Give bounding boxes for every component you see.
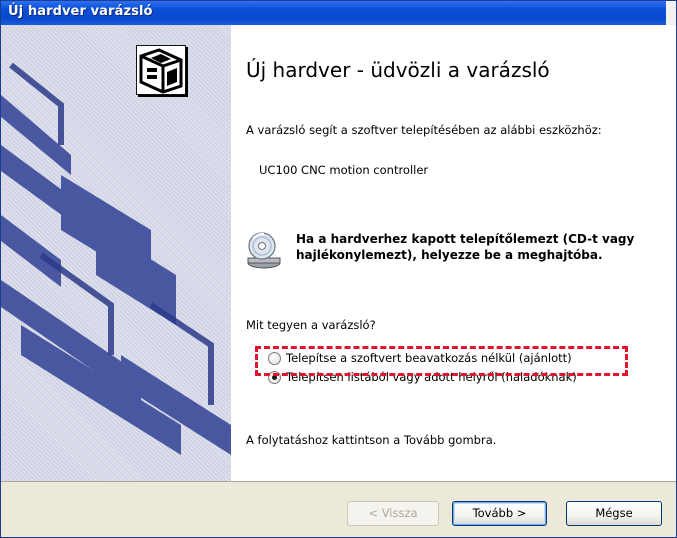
wizard-window: Új hardver varázsló Új hardver - üdvözli… [0, 0, 677, 538]
back-button[interactable]: < Vissza [347, 501, 439, 526]
title-bar-edge [666, 1, 676, 25]
hardware-wizard-icon [136, 45, 186, 95]
question-label: Mit tegyen a varázsló? [246, 318, 376, 332]
option-label-from-list[interactable]: Telepítsen listából vagy adott helyről (… [286, 370, 577, 384]
option-label-automatic[interactable]: Telepítse a szoftvert beavatkozás nélkül… [286, 351, 572, 365]
radio-button-from-list[interactable] [268, 371, 281, 384]
window-title: Új hardver varázsló [8, 4, 153, 19]
page-title: Új hardver - üdvözli a varázsló [246, 58, 550, 82]
cancel-button[interactable]: Mégse [566, 501, 662, 526]
cd-drive-icon [244, 230, 284, 270]
device-name: UC100 CNC motion controller [259, 163, 429, 177]
intro-text: A varázsló segít a szoftver telepítésébe… [246, 123, 602, 137]
continue-hint: A folytatáshoz kattintson a Tovább gombr… [246, 433, 497, 447]
wizard-side-panel [1, 25, 231, 481]
button-bar: < Vissza Tovább > Mégse [1, 481, 676, 537]
title-bar[interactable]: Új hardver varázsló [1, 1, 676, 25]
radio-button-automatic[interactable] [268, 352, 281, 365]
side-panel-artwork [1, 62, 231, 455]
wizard-content: Új hardver - üdvözli a varázsló A varázs… [232, 25, 676, 481]
insert-cd-message: Ha a hardverhez kapott telepítőlemezt (C… [296, 232, 635, 262]
next-button[interactable]: Tovább > [452, 501, 547, 526]
